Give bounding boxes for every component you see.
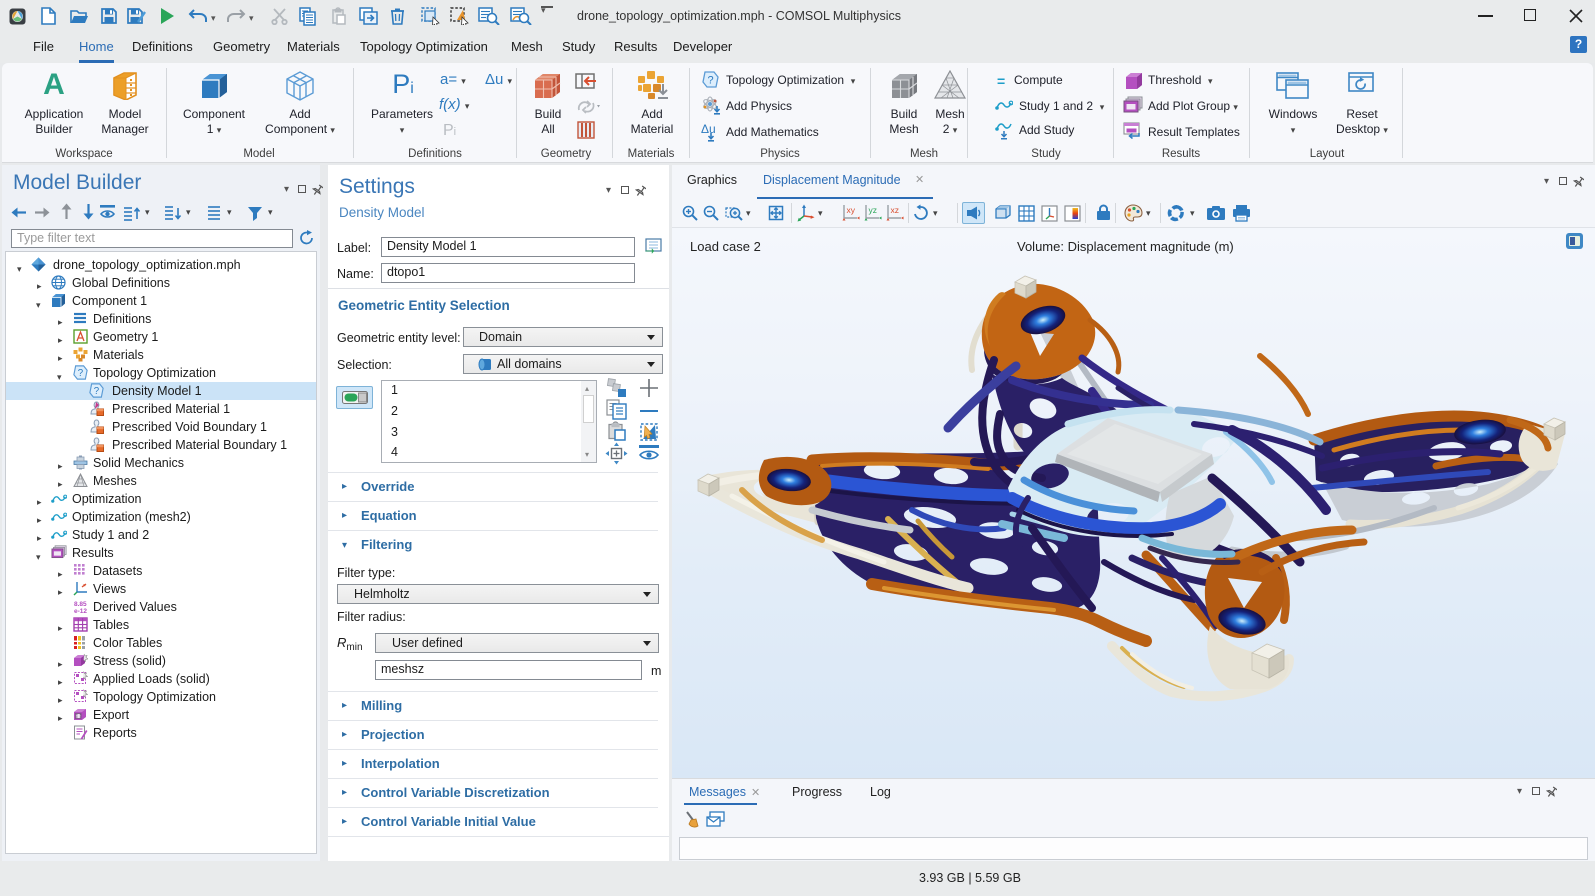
- svg-text:xy: xy: [847, 205, 856, 215]
- svg-text:?: ?: [94, 386, 100, 397]
- svg-text:?: ?: [78, 368, 84, 379]
- svg-text:8.85: 8.85: [74, 601, 87, 608]
- svg-text:Δu: Δu: [701, 122, 716, 136]
- svg-text:yz: yz: [869, 205, 878, 215]
- svg-text:e-12: e-12: [74, 608, 87, 614]
- svg-text:xz: xz: [891, 205, 900, 215]
- svg-text:?: ?: [707, 75, 713, 87]
